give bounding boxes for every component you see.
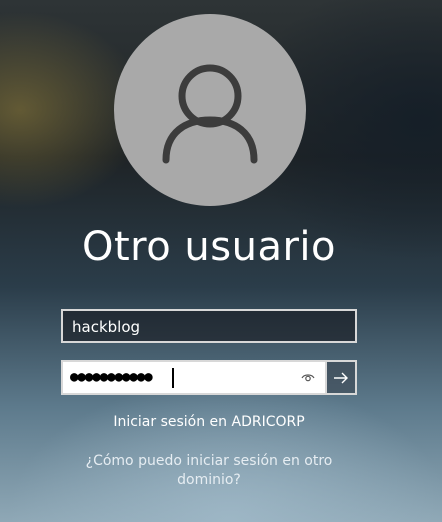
signin-domain-text: Iniciar sesión en ADRICORP bbox=[113, 414, 305, 430]
username-field[interactable]: hackblog bbox=[61, 309, 357, 343]
user-avatar bbox=[114, 14, 306, 206]
submit-button[interactable] bbox=[325, 360, 357, 395]
person-outline-icon bbox=[162, 64, 258, 164]
username-value: hackblog bbox=[72, 318, 141, 336]
other-domain-link[interactable]: ¿Cómo puedo iniciar sesión en otro domin… bbox=[80, 452, 338, 490]
user-display-name: Otro usuario bbox=[81, 224, 336, 270]
eye-icon[interactable] bbox=[301, 372, 315, 384]
password-field[interactable]: ●●●●●●●●●●● bbox=[61, 360, 325, 395]
password-masked-value: ●●●●●●●●●●● bbox=[70, 369, 153, 385]
arrow-right-icon bbox=[334, 372, 348, 384]
text-caret bbox=[172, 368, 174, 388]
